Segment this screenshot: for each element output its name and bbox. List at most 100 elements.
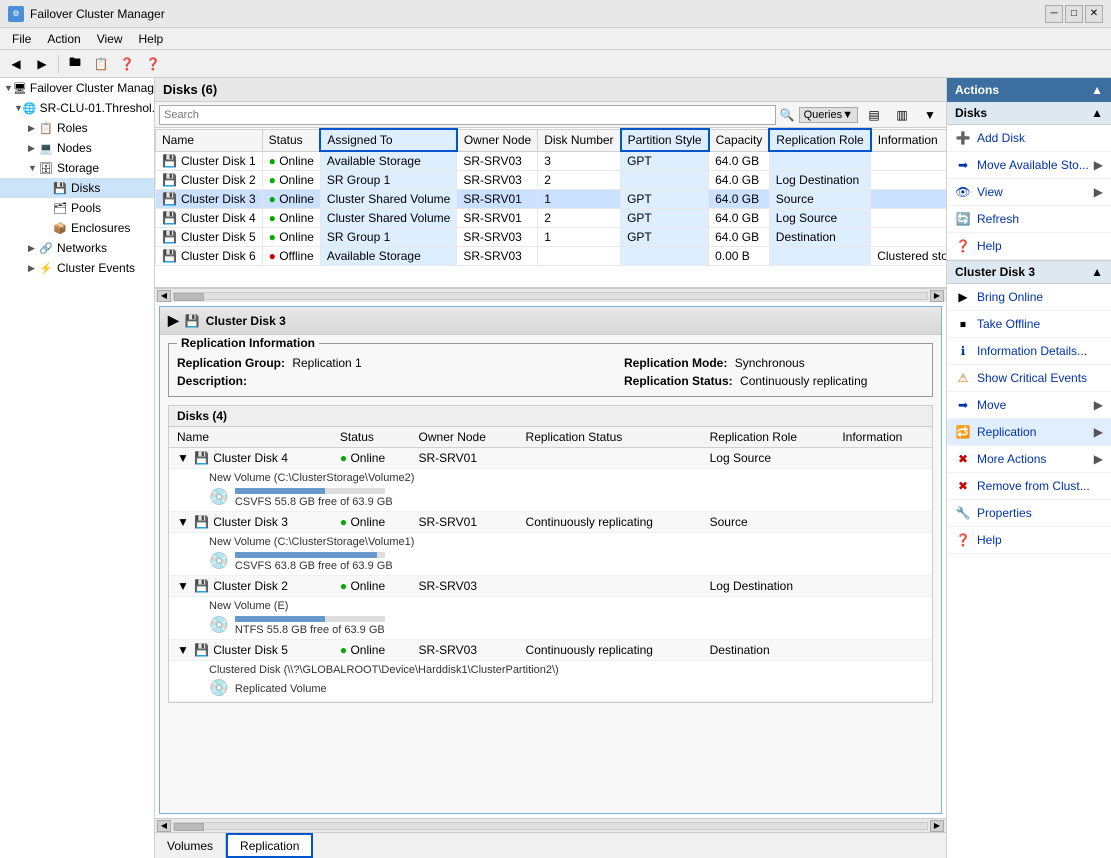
col-name[interactable]: Name [156,129,263,151]
table-row[interactable]: 💾Cluster Disk 5 ● Online SR Group 1 SR-S… [156,228,947,247]
view-btn-1[interactable]: ▤ [862,104,886,126]
action-more-actions[interactable]: ✖ More Actions ▶ [947,446,1111,473]
table-hscroll[interactable]: ◀ ▶ [155,288,946,302]
action-move-available[interactable]: ➡ Move Available Sto... ▶ [947,152,1111,179]
col-info[interactable]: Information [871,129,946,151]
action-properties[interactable]: 🔧 Properties [947,500,1111,527]
sub-table-row[interactable]: ▼ 💾Cluster Disk 2 ● Online SR-SRV03 Log … [169,576,932,597]
action-take-offline[interactable]: ⏹ Take Offline [947,311,1111,338]
table-row[interactable]: 💾Cluster Disk 3 ● Online Cluster Shared … [156,190,947,209]
toolbar-btn-4[interactable]: ❓ [141,53,165,75]
sub-cell-rep-status [518,448,702,469]
cell-owner: SR-SRV03 [457,228,538,247]
action-refresh[interactable]: 🔄 Refresh [947,206,1111,233]
tree-pools[interactable]: 🗂 Pools [0,198,154,218]
action-replication[interactable]: 🔁 Replication ▶ [947,419,1111,446]
menu-view[interactable]: View [89,30,131,48]
view-btn-3[interactable]: ▼ [918,104,942,126]
expand-roles-icon[interactable]: ▶ [28,123,38,134]
close-button[interactable]: ✕ [1085,5,1103,23]
detail-scroll-left[interactable]: ◀ [157,820,171,832]
tree-nodes[interactable]: ▶ 💻 Nodes [0,138,154,158]
table-row[interactable]: 💾Cluster Disk 2 ● Online SR Group 1 SR-S… [156,171,947,190]
expand-pools-icon[interactable] [42,203,52,213]
col-rep-role[interactable]: Replication Role [769,129,870,151]
table-row[interactable]: 💾Cluster Disk 4 ● Online Cluster Shared … [156,209,947,228]
tree-storage[interactable]: ▼ 🗄 Storage [0,158,154,178]
toolbar-btn-2[interactable]: 📋 [89,53,113,75]
actions-collapse-icon[interactable]: ▲ [1091,83,1103,97]
sub-disks-section: Disks (4) Name Status Owner Node Replica… [168,405,933,703]
col-owner[interactable]: Owner Node [457,129,538,151]
action-show-critical[interactable]: ⚠ Show Critical Events [947,365,1111,392]
action-add-disk[interactable]: ➕ Add Disk [947,125,1111,152]
action-help-disk3[interactable]: ❓ Help [947,527,1111,554]
expand-nodes-icon[interactable]: ▶ [28,143,38,154]
sub-col-name[interactable]: Name [169,427,332,448]
toolbar-btn-3[interactable]: ❓ [115,53,139,75]
detail-scroll-right[interactable]: ▶ [930,820,944,832]
tree-enclosures[interactable]: 📦 Enclosures [0,218,154,238]
cell-partition: GPT [621,228,709,247]
sub-col-info[interactable]: Information [834,427,932,448]
col-partition[interactable]: Partition Style [621,129,709,151]
tree-cluster[interactable]: ▼ 🌐 SR-CLU-01.Threshol... [0,98,154,118]
cell-info [871,209,946,228]
tree-networks[interactable]: ▶ 🔗 Networks [0,238,154,258]
action-info-details[interactable]: ℹ Information Details... [947,338,1111,365]
search-input[interactable] [159,105,776,125]
tree-disks[interactable]: 💾 Disks [0,178,154,198]
scroll-left-arrow[interactable]: ◀ [157,290,171,302]
disk3-collapse-icon[interactable]: ▲ [1091,265,1103,279]
menu-help[interactable]: Help [131,30,172,48]
maximize-button[interactable]: □ [1065,5,1083,23]
action-remove-cluster[interactable]: ✖ Remove from Clust... [947,473,1111,500]
sub-col-owner[interactable]: Owner Node [411,427,518,448]
menu-action[interactable]: Action [39,30,88,48]
cell-assigned: Available Storage [320,151,456,171]
sub-table-row[interactable]: ▼ 💾Cluster Disk 4 ● Online SR-SRV01 Log … [169,448,932,469]
tree-root[interactable]: ▼ 🖥 Failover Cluster Manage... [0,78,154,98]
toolbar-btn-1[interactable]: 🖿 [63,53,87,75]
tab-replication[interactable]: Replication [226,833,313,858]
minimize-button[interactable]: ─ [1045,5,1063,23]
expand-networks-icon[interactable]: ▶ [28,243,38,254]
refresh-icon: 🔄 [955,211,971,227]
expand-storage-icon[interactable]: ▼ [28,163,38,173]
action-bring-online[interactable]: ▶ Bring Online [947,284,1111,311]
col-capacity[interactable]: Capacity [709,129,770,151]
sub-col-rep-role[interactable]: Replication Role [702,427,835,448]
tree-roles[interactable]: ▶ 📋 Roles [0,118,154,138]
detail-hscroll[interactable]: ◀ ▶ [155,818,946,832]
table-row[interactable]: 💾Cluster Disk 6 ● Offline Available Stor… [156,247,947,266]
expand-events-icon[interactable]: ▶ [28,263,38,274]
action-move[interactable]: ➡ Move ▶ [947,392,1111,419]
expand-enclosures-icon[interactable] [42,223,52,233]
disks-collapse-icon[interactable]: ▲ [1091,106,1103,120]
expand-disks-icon[interactable] [42,183,52,193]
menu-file[interactable]: File [4,30,39,48]
col-disknumber[interactable]: Disk Number [538,129,621,151]
scroll-right-arrow[interactable]: ▶ [930,290,944,302]
back-button[interactable]: ◀ [4,53,28,75]
expand-cluster-icon[interactable]: ▼ [14,103,23,113]
detail-expand-icon[interactable]: ▶ [168,312,179,329]
cell-assigned: SR Group 1 [320,228,456,247]
col-assigned[interactable]: Assigned To [320,129,456,151]
action-help-disks[interactable]: ❓ Help [947,233,1111,260]
tab-volumes[interactable]: Volumes [155,833,226,858]
tree-cluster-events[interactable]: ▶ ⚡ Cluster Events [0,258,154,278]
forward-button[interactable]: ▶ [30,53,54,75]
view-btn-2[interactable]: ▥ [890,104,914,126]
expand-icon[interactable]: ▼ [4,83,13,93]
table-row[interactable]: 💾Cluster Disk 1 ● Online Available Stora… [156,151,947,171]
sub-col-status[interactable]: Status [332,427,411,448]
volume-name: New Volume (C:\ClusterStorage\Volume2) [209,472,924,484]
queries-button[interactable]: Queries ▼ [799,107,858,123]
sub-table-row[interactable]: ▼ 💾Cluster Disk 5 ● Online SR-SRV03 Cont… [169,640,932,661]
sub-col-rep-status[interactable]: Replication Status [518,427,702,448]
action-view[interactable]: 👁 View ▶ [947,179,1111,206]
col-status[interactable]: Status [262,129,320,151]
sub-table-row[interactable]: ▼ 💾Cluster Disk 3 ● Online SR-SRV01 Cont… [169,512,932,533]
move-label: Move [977,398,1006,412]
